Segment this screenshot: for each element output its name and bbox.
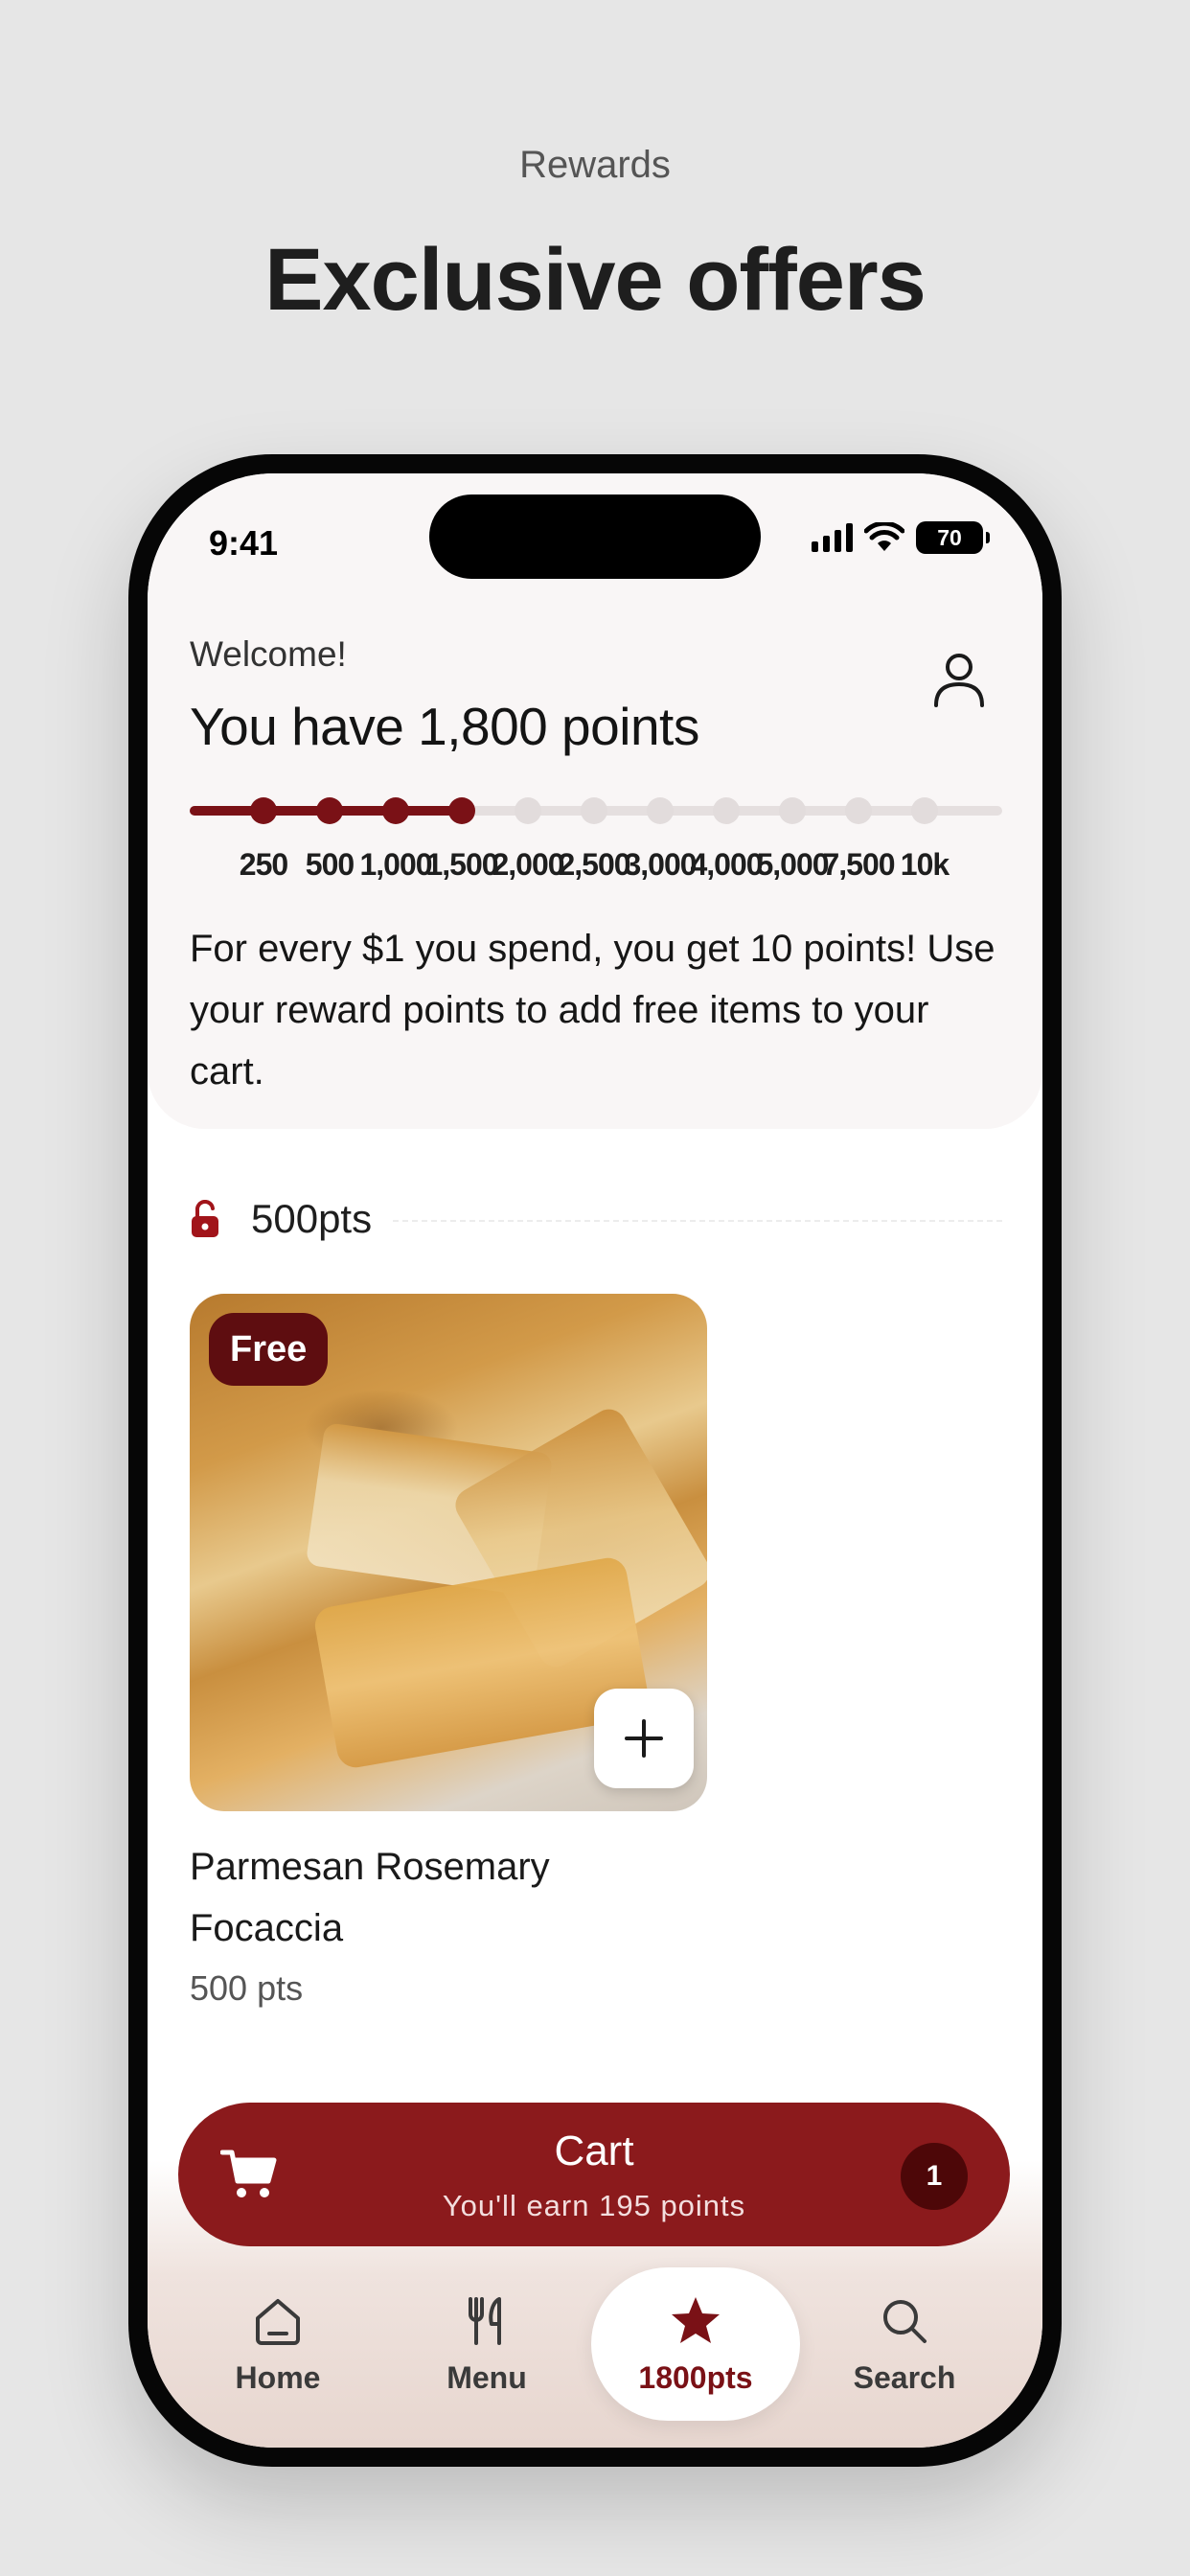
- free-badge: Free: [209, 1313, 329, 1386]
- tab-rewards-label: 1800pts: [638, 2359, 753, 2395]
- tab-rewards[interactable]: 1800pts: [591, 2267, 800, 2421]
- milestone-dot: [647, 797, 674, 824]
- cart-title: Cart: [554, 2128, 634, 2174]
- product-name: Parmesan Rosemary Focaccia: [190, 1846, 550, 1949]
- phone-frame: 9:41 70 Welcome! You have 1,800 points 2…: [128, 454, 1062, 2467]
- phone-screen: 9:41 70 Welcome! You have 1,800 points 2…: [148, 473, 1042, 2448]
- unlocked-icon: [192, 1200, 218, 1237]
- tier-divider: [393, 1220, 1002, 1222]
- milestone-label: 5,000: [756, 847, 829, 882]
- cart-points-earned: You'll earn 195 points: [442, 2189, 746, 2222]
- status-icons: 70: [812, 521, 990, 554]
- tier-label: 500pts: [251, 1196, 373, 1241]
- search-icon: [883, 2299, 927, 2343]
- tab-bar: Home Menu 1800pts Search: [148, 2267, 1042, 2430]
- profile-icon[interactable]: [927, 648, 991, 711]
- milestone-label: 10k: [900, 847, 950, 882]
- milestone-label: 4,000: [690, 847, 763, 882]
- product-points: 500 pts: [190, 1968, 304, 2008]
- wifi-icon: [864, 522, 904, 551]
- promo-eyebrow: Rewards: [519, 144, 671, 186]
- milestone-label: 1,500: [425, 847, 498, 882]
- tab-home[interactable]: Home: [173, 2267, 382, 2421]
- milestone-label: 2,500: [558, 847, 630, 882]
- tier-header: 500pts: [190, 1190, 1002, 1248]
- cart-bar[interactable]: Cart You'll earn 195 points 1: [178, 2103, 1010, 2246]
- milestone-dot: [316, 797, 343, 824]
- milestone-label: 500: [305, 847, 355, 882]
- dynamic-island: [429, 494, 761, 579]
- add-to-cart-button[interactable]: [594, 1689, 694, 1788]
- points-progress-track: [190, 797, 1002, 824]
- welcome-text: Welcome!: [190, 634, 347, 674]
- milestone-label: 2,000: [492, 847, 564, 882]
- status-time: 9:41: [209, 523, 279, 563]
- tab-search-label: Search: [853, 2359, 956, 2395]
- milestone-label: 1,000: [359, 847, 432, 882]
- promo-title: Exclusive offers: [264, 231, 927, 329]
- points-title: You have 1,800 points: [190, 697, 699, 756]
- milestone-label: 7,500: [822, 847, 895, 882]
- milestone-dot: [779, 797, 806, 824]
- plus-icon: [625, 1719, 663, 1758]
- milestone-dot: [845, 797, 872, 824]
- tab-menu-label: Menu: [446, 2359, 527, 2395]
- milestone-label: 250: [239, 847, 288, 882]
- utensils-icon: [469, 2296, 501, 2345]
- home-icon: [256, 2298, 300, 2345]
- milestone-dot: [515, 797, 541, 824]
- points-info-text: For every $1 you spend, you get 10 point…: [190, 928, 995, 1092]
- milestone-label: 3,000: [624, 847, 697, 882]
- tab-home-label: Home: [235, 2359, 321, 2395]
- milestone-dot: [713, 797, 740, 824]
- milestone-dot: [581, 797, 607, 824]
- points-summary-panel: 9:41 70 Welcome! You have 1,800 points 2…: [148, 473, 1042, 1129]
- milestone-dot: [382, 797, 409, 824]
- signal-icon: [812, 523, 853, 552]
- milestone-dot: [250, 797, 277, 824]
- battery-icon: 70: [916, 521, 990, 554]
- cart-count-badge: 1: [901, 2143, 968, 2210]
- milestone-labels: 250 500 1,000 1,500 2,000 2,500 3,000 4,000 5,00…: [190, 847, 1002, 886]
- star-icon: [672, 2296, 720, 2343]
- milestone-dot: [448, 797, 475, 824]
- tab-menu[interactable]: Menu: [382, 2267, 591, 2421]
- tab-search[interactable]: Search: [800, 2267, 1009, 2421]
- product-card[interactable]: Free: [190, 1294, 707, 1811]
- milestone-dot: [911, 797, 938, 824]
